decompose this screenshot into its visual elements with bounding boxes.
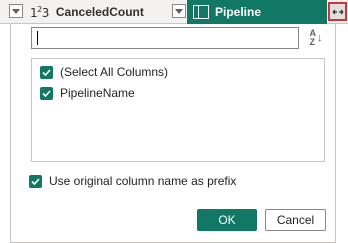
sort-az-button[interactable]: A Z ↓ [306, 27, 326, 49]
list-item-select-all[interactable]: (Select All Columns) [40, 64, 168, 80]
list-item-label: (Select All Columns) [60, 65, 169, 79]
expand-columns-button[interactable] [328, 2, 347, 21]
expand-columns-icon [332, 9, 343, 14]
column-header-pipeline[interactable]: Pipeline [187, 0, 327, 24]
check-icon [31, 177, 40, 185]
column-list[interactable]: (Select All Columns) PipelineName [31, 58, 325, 162]
list-item-label: PipelineName [60, 86, 135, 100]
column-header-label: CanceledCount [55, 5, 144, 19]
prefix-label: Use original column name as prefix [49, 174, 237, 188]
column-header-bar: 123 CanceledCount Pipeline [0, 0, 348, 24]
column-header-canceledcount[interactable]: 123 CanceledCount [30, 3, 144, 21]
check-icon [42, 89, 51, 97]
sort-az-icon: A Z ↓ [309, 28, 323, 47]
chevron-down-icon [175, 9, 183, 14]
cancel-button[interactable]: Cancel [265, 209, 326, 231]
check-icon [42, 68, 51, 76]
checkbox-checked[interactable] [40, 86, 53, 100]
expand-column-dialog: A Z ↓ (Select All Columns) PipelineName … [10, 24, 336, 243]
table-icon [193, 5, 209, 19]
text-cursor [37, 31, 38, 45]
number-type-icon: 123 [30, 4, 49, 20]
search-input[interactable] [31, 27, 299, 49]
checkbox-checked[interactable] [40, 65, 53, 79]
prefix-checkbox[interactable] [29, 174, 42, 188]
column-filter-dropdown-right[interactable] [172, 4, 186, 18]
chevron-down-icon [12, 9, 20, 14]
column-header-label: Pipeline [215, 5, 262, 19]
prefix-option[interactable]: Use original column name as prefix [29, 173, 236, 189]
column-filter-dropdown-left[interactable] [9, 4, 23, 18]
list-item-pipelinename[interactable]: PipelineName [40, 85, 135, 101]
ok-button[interactable]: OK [197, 209, 257, 231]
